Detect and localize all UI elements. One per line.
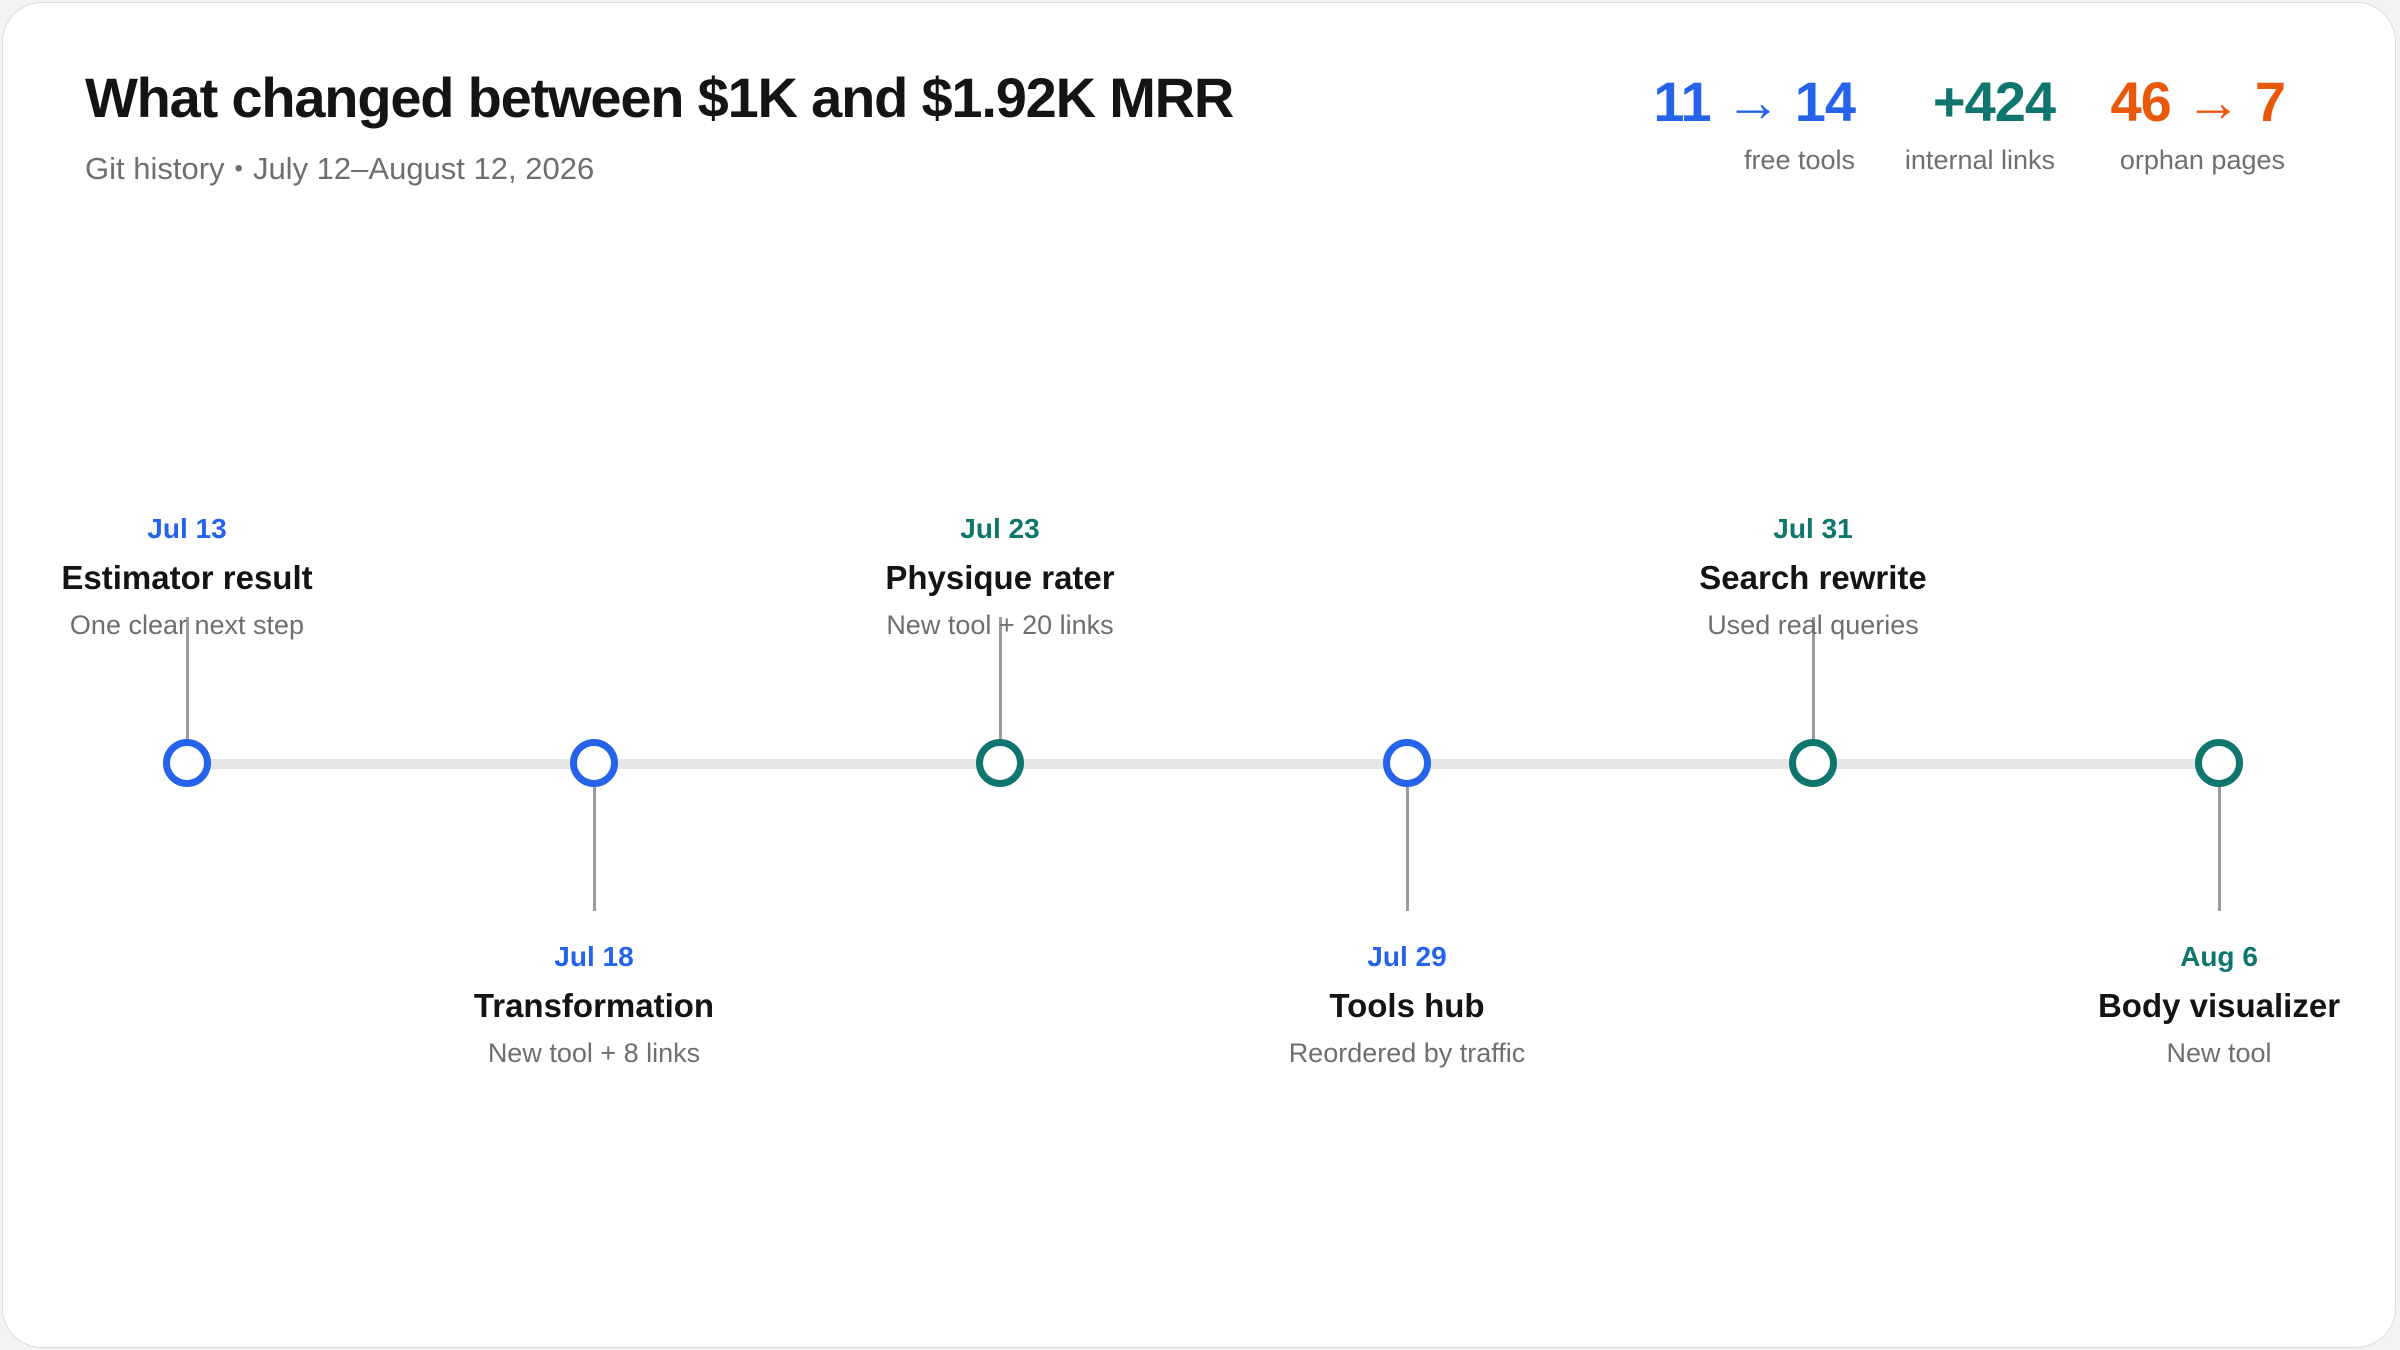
subtitle-dates: July 12–August 12, 2026 (252, 151, 595, 186)
stat-orphan-pages-label: orphan pages (2119, 145, 2285, 175)
event-connector (2218, 781, 2221, 911)
event-node (2195, 739, 2243, 787)
event-title: Transformation (473, 987, 715, 1024)
stat-free-tools-value: 11 → 14 (1653, 70, 1856, 133)
event-node (1789, 739, 1837, 787)
stat-free-tools: 11 → 14 free tools (1653, 67, 1856, 176)
event-label: Jul 23 Physique rater New tool + 20 links (770, 511, 1230, 643)
event-title: Body visualizer (2097, 987, 2341, 1024)
event-node (1383, 739, 1431, 787)
event-description: Reordered by traffic (1288, 1038, 1526, 1068)
event-description: New tool + 8 links (487, 1038, 701, 1068)
event-date: Jul 23 (960, 513, 1040, 544)
event-date: Jul 29 (1367, 941, 1447, 972)
subtitle: Git history • July 12–August 12, 2026 (85, 151, 594, 187)
event-date: Jul 18 (554, 941, 634, 972)
event-node (570, 739, 618, 787)
stat-internal-links-value: +424 (1932, 70, 2056, 133)
page-title: What changed between $1K and $1.92K MRR (85, 66, 1234, 129)
event-node (163, 739, 211, 787)
event-connector (1406, 781, 1409, 911)
stat-free-tools-label: free tools (1743, 145, 1855, 175)
event-date: Aug 6 (2180, 941, 2258, 972)
event-label: Jul 13 Estimator result One clear next ste… (0, 511, 417, 643)
timeline-card: What changed between $1K and $1.92K MRR … (2, 2, 2396, 1348)
event-description: New tool (2166, 1038, 2272, 1068)
separator-dot: • (234, 155, 243, 182)
event-description: New tool + 20 links (886, 610, 1114, 640)
event-title: Tools hub (1329, 987, 1485, 1024)
subtitle-source: Git history (85, 151, 225, 186)
event-label: Jul 18 Transformation New tool + 8 links (364, 939, 824, 1071)
stat-internal-links-label: internal links (1904, 145, 2055, 175)
event-label: Aug 6 Body visualizer New tool (1989, 939, 2400, 1071)
event-description: One clear next step (69, 610, 305, 640)
stat-orphan-pages-value: 46 → 7 (2110, 70, 2286, 133)
event-connector (593, 781, 596, 911)
stat-orphan-pages: 46 → 7 orphan pages (2110, 67, 2286, 176)
event-date: Jul 13 (147, 513, 227, 544)
event-title: Physique rater (885, 559, 1115, 596)
event-description: Used real queries (1707, 610, 1919, 640)
event-label: Jul 31 Search rewrite Used real queries (1583, 511, 2043, 643)
event-date: Jul 31 (1773, 513, 1853, 544)
event-title: Estimator result (61, 559, 313, 596)
event-title: Search rewrite (1699, 559, 1927, 596)
timeline-track (189, 759, 2221, 769)
stat-internal-links: +424 internal links (1904, 67, 2056, 176)
event-label: Jul 29 Tools hub Reordered by traffic (1177, 939, 1637, 1071)
event-node (976, 739, 1024, 787)
